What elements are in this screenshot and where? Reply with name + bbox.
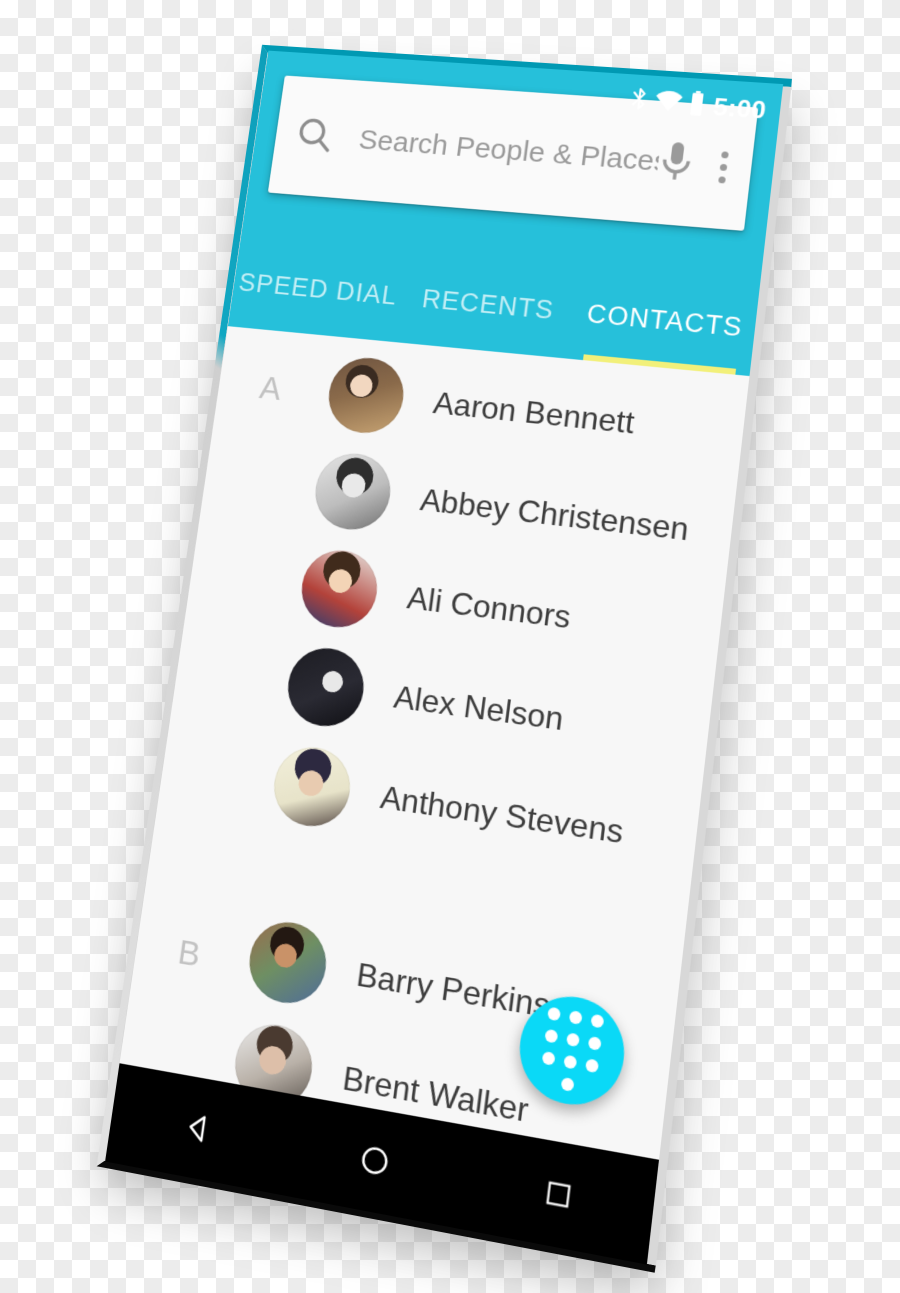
avatar	[230, 1019, 317, 1113]
contact-name: Ali Connors	[405, 579, 573, 636]
microphone-icon[interactable]	[655, 137, 697, 190]
dialpad-dot	[566, 1032, 580, 1047]
list-item[interactable]: Barry Perkins	[131, 888, 681, 1080]
avatar	[269, 742, 355, 831]
overflow-dot	[720, 163, 728, 170]
screenshot-stage: 5:00 Search People & Places SPEED DIAL R…	[0, 0, 900, 1293]
overflow-menu-icon[interactable]	[710, 146, 738, 187]
contact-name: Anthony Stevens	[378, 778, 625, 851]
dialpad-dot	[542, 1050, 556, 1065]
avatar	[324, 355, 408, 437]
dialpad-dot	[561, 1076, 575, 1091]
contact-group-b: B Barry Perkins Brent Walker	[116, 888, 681, 1188]
app-bar: 5:00 Search People & Places SPEED DIAL R…	[228, 51, 783, 376]
overflow-dot	[721, 151, 729, 158]
contact-name: Abbey Christensen	[418, 481, 691, 548]
avatar	[297, 546, 382, 631]
dialpad-dot	[544, 1028, 558, 1043]
contact-name: Aaron Bennett	[431, 384, 636, 440]
tab-label: SPEED DIAL	[237, 267, 399, 310]
wifi-icon	[653, 88, 684, 119]
list-item[interactable]: Anthony Stevens	[156, 716, 702, 895]
dialpad-dot	[547, 1006, 561, 1021]
dialpad-fab[interactable]	[514, 989, 630, 1113]
contact-list[interactable]: A Aaron Bennett Abbey Christensen Ali Co…	[116, 326, 750, 1188]
avatar	[244, 917, 331, 1009]
bluetooth-icon	[629, 86, 650, 116]
list-item[interactable]: Brent Walker	[116, 988, 669, 1188]
dialpad-dot	[569, 1010, 583, 1025]
contact-name: Barry Perkins	[354, 955, 552, 1025]
tab-label: RECENTS	[420, 284, 556, 326]
dialpad-icon	[539, 1006, 604, 1095]
android-navigation-bar	[105, 1063, 659, 1264]
overflow-dot	[718, 176, 726, 183]
tab-contacts[interactable]: CONTACTS	[569, 266, 760, 376]
dialpad-spacer	[539, 1073, 553, 1088]
dialpad-dot	[588, 1035, 602, 1050]
tab-recents[interactable]: RECENTS	[395, 251, 580, 359]
dialpad-dot	[563, 1054, 577, 1069]
dialpad-dot	[590, 1013, 604, 1028]
contact-name: Brent Walker	[340, 1058, 530, 1130]
dialpad-dot	[585, 1058, 599, 1073]
search-icon	[291, 113, 338, 161]
tab-label: CONTACTS	[585, 298, 744, 342]
tab-speed-dial[interactable]: SPEED DIAL	[228, 237, 408, 342]
phone-device: 5:00 Search People & Places SPEED DIAL R…	[105, 51, 783, 1265]
search-input[interactable]: Search People & Places	[357, 124, 661, 178]
group-letter: B	[175, 933, 202, 976]
search-actions	[655, 137, 738, 193]
contact-group-a: A Aaron Bennett Abbey Christensen Ali Co…	[156, 334, 749, 895]
dialpad-spacer	[582, 1080, 596, 1095]
battery-icon	[688, 90, 706, 120]
status-clock: 5:00	[712, 92, 768, 125]
contact-name: Alex Nelson	[392, 678, 566, 738]
home-button[interactable]	[313, 1100, 436, 1222]
avatar	[283, 644, 368, 731]
phone-screen: 5:00 Search People & Places SPEED DIAL R…	[105, 51, 783, 1265]
recents-button[interactable]	[495, 1133, 622, 1258]
back-button[interactable]	[138, 1069, 258, 1188]
avatar	[311, 450, 395, 534]
